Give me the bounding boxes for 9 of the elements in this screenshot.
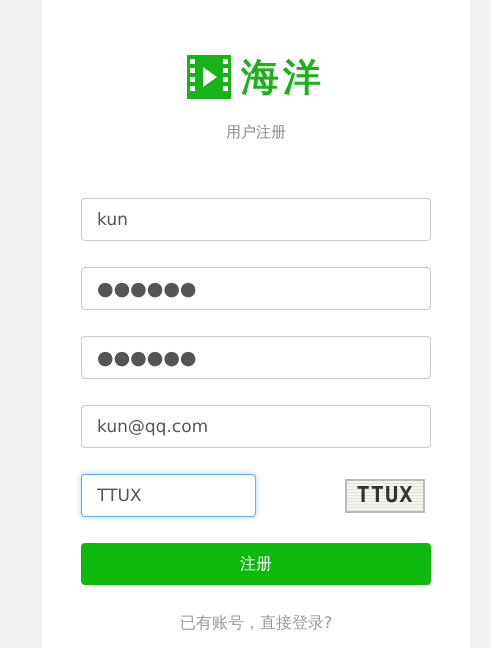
film-play-icon (187, 55, 231, 99)
captcha-field[interactable]: TTUX (81, 474, 256, 517)
input-field[interactable]: kun (81, 198, 431, 241)
password-field[interactable]: ●●●●●● (81, 267, 431, 310)
form-title: 用户注册 (226, 123, 286, 142)
captcha-image[interactable]: TTUX (345, 478, 425, 512)
logo-text: 海洋 (241, 58, 325, 96)
password-field[interactable]: ●●●●●● (81, 336, 431, 379)
input-field[interactable]: kun@qq.com (81, 405, 431, 448)
